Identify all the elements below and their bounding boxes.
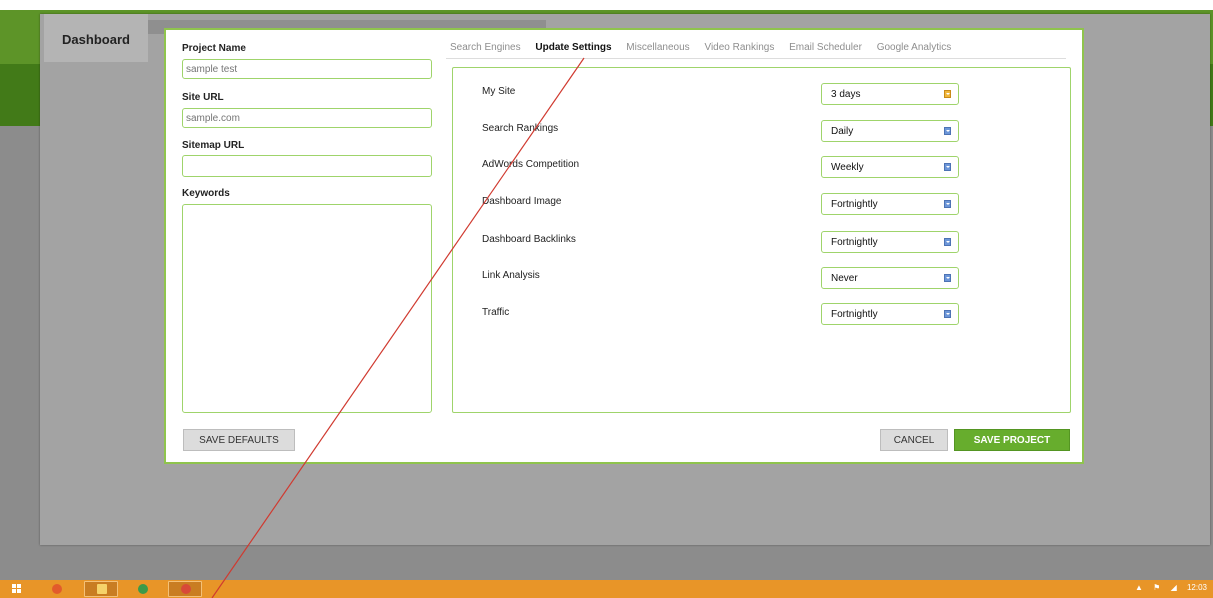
- setting-label-traffic: Traffic: [482, 307, 510, 318]
- select-value: 3 days: [831, 89, 861, 100]
- cancel-button[interactable]: CANCEL: [880, 429, 948, 451]
- tab-video-rankings[interactable]: Video Rankings: [704, 42, 774, 53]
- dropdown-arrow-icon: [944, 90, 951, 98]
- tab-update-settings[interactable]: Update Settings: [535, 42, 611, 53]
- file-explorer-icon: [97, 584, 107, 594]
- tab-search-engines[interactable]: Search Engines: [450, 42, 521, 53]
- keywords-label: Keywords: [182, 188, 230, 199]
- windows-start-icon[interactable]: [12, 584, 21, 593]
- select-value: Fortnightly: [831, 237, 878, 248]
- project-name-input[interactable]: [182, 59, 432, 79]
- save-defaults-button[interactable]: SAVE DEFAULTS: [183, 429, 295, 451]
- project-name-label: Project Name: [182, 43, 246, 54]
- tab-dashboard[interactable]: Dashboard: [44, 14, 148, 62]
- select-value: Fortnightly: [831, 199, 878, 210]
- dropdown-arrow-icon: [944, 200, 951, 208]
- settings-tabs: Search Engines Update Settings Miscellan…: [450, 42, 963, 53]
- setting-label-my-site: My Site: [482, 86, 516, 97]
- select-traffic[interactable]: Fortnightly: [821, 303, 959, 325]
- setting-label-dashboard-image: Dashboard Image: [482, 196, 562, 207]
- sitemap-url-input[interactable]: [182, 155, 432, 177]
- taskbar-file-explorer[interactable]: [84, 581, 118, 597]
- setting-label-adwords-competition: AdWords Competition: [482, 159, 580, 170]
- select-value: Daily: [831, 126, 854, 137]
- select-search-rankings[interactable]: Daily: [821, 120, 959, 142]
- firefox-icon[interactable]: [52, 584, 62, 594]
- select-my-site[interactable]: 3 days: [821, 83, 959, 105]
- chrome-icon: [181, 584, 191, 594]
- setting-label-search-rankings: Search Rankings: [482, 123, 559, 134]
- select-value: Fortnightly: [831, 309, 878, 320]
- network-icon[interactable]: ▲: [1135, 583, 1143, 592]
- volume-icon[interactable]: ◢: [1171, 583, 1177, 592]
- setting-label-dashboard-backlinks: Dashboard Backlinks: [482, 234, 576, 245]
- select-value: Weekly: [831, 162, 864, 173]
- site-url-label: Site URL: [182, 92, 224, 103]
- tab-email-scheduler[interactable]: Email Scheduler: [789, 42, 862, 53]
- flag-icon[interactable]: ⚑: [1153, 583, 1160, 592]
- taskbar-chrome-active[interactable]: [168, 581, 202, 597]
- tab-miscellaneous[interactable]: Miscellaneous: [626, 42, 689, 53]
- os-taskbar: ▲ ⚑ ◢ 12:03: [0, 580, 1213, 598]
- browser-top-edge: [0, 0, 1213, 8]
- tab-google-analytics[interactable]: Google Analytics: [877, 42, 952, 53]
- select-dashboard-backlinks[interactable]: Fortnightly: [821, 231, 959, 253]
- dropdown-arrow-icon: [944, 238, 951, 246]
- chrome-icon[interactable]: [138, 584, 148, 594]
- dropdown-arrow-icon: [944, 310, 951, 318]
- dropdown-arrow-icon: [944, 163, 951, 171]
- select-adwords-competition[interactable]: Weekly: [821, 156, 959, 178]
- setting-label-link-analysis: Link Analysis: [482, 270, 540, 281]
- sitemap-url-label: Sitemap URL: [182, 140, 245, 151]
- project-settings-modal: Project Name Site URL Sitemap URL Keywor…: [164, 28, 1084, 464]
- site-url-input[interactable]: [182, 108, 432, 128]
- dropdown-arrow-icon: [944, 274, 951, 282]
- system-tray: ▲ ⚑ ◢ 12:03: [1127, 583, 1207, 592]
- select-value: Never: [831, 273, 858, 284]
- select-link-analysis[interactable]: Never: [821, 267, 959, 289]
- select-dashboard-image[interactable]: Fortnightly: [821, 193, 959, 215]
- save-project-button[interactable]: SAVE PROJECT: [954, 429, 1070, 451]
- tabs-divider: [446, 58, 1066, 59]
- clock[interactable]: 12:03: [1187, 583, 1207, 592]
- update-settings-panel: My Site 3 days Search Rankings Daily AdW…: [452, 67, 1071, 413]
- dropdown-arrow-icon: [944, 127, 951, 135]
- keywords-textarea[interactable]: [182, 204, 432, 413]
